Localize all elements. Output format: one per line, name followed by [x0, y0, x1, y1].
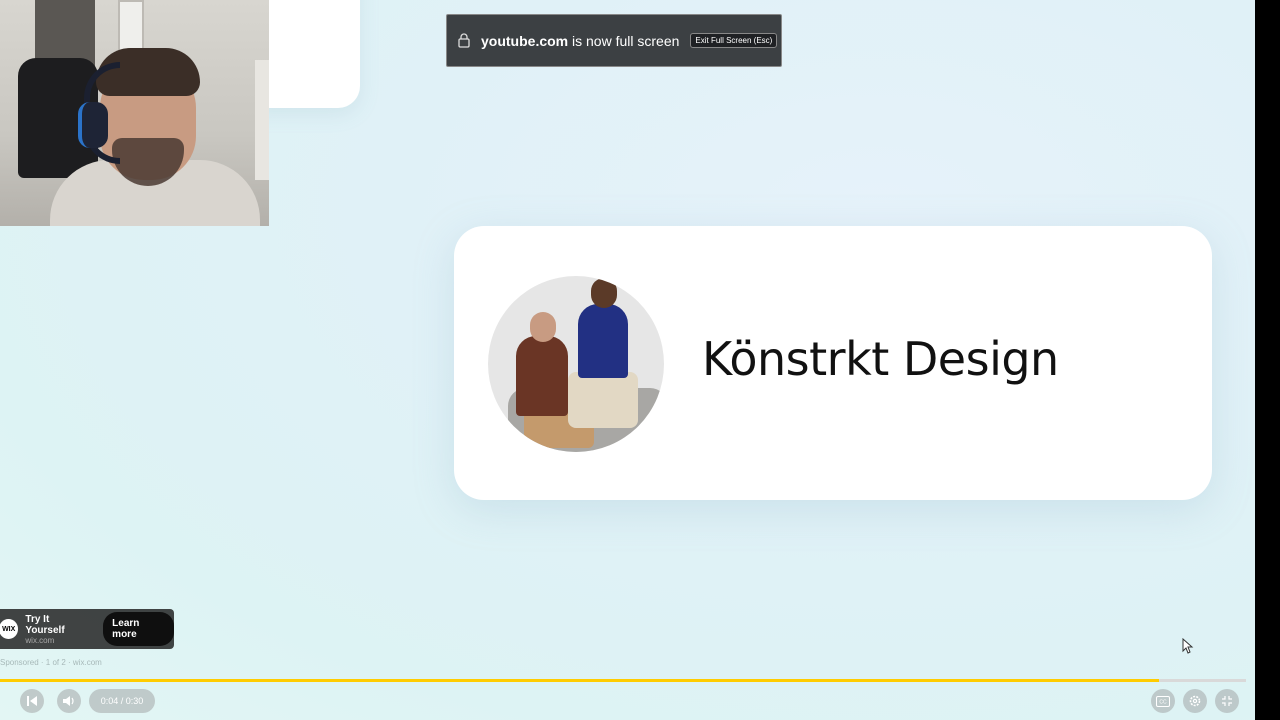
notification-domain: youtube.com	[481, 32, 569, 49]
wix-logo: WIX	[0, 619, 19, 639]
settings-icon	[1189, 695, 1201, 707]
brand-avatar-image	[488, 276, 664, 452]
exit-fullscreen-icon	[1222, 696, 1232, 706]
lock-icon	[447, 33, 481, 48]
time-display: 0:04 / 0:30	[89, 689, 155, 713]
ad-overlay[interactable]: WIX Try It Yourself wix.com Learn more	[0, 609, 174, 649]
ad-domain: wix.com	[25, 635, 55, 645]
webcam-overlay	[0, 0, 269, 226]
sponsored-label: Sponsored · 1 of 2 · wix.com	[0, 658, 102, 667]
progress-fill	[0, 679, 1159, 682]
settings-button[interactable]	[1183, 689, 1207, 713]
exit-fullscreen-button[interactable]	[1215, 689, 1239, 713]
streamer	[50, 42, 260, 226]
volume-button[interactable]	[57, 689, 81, 713]
progress-bar[interactable]	[0, 679, 1246, 682]
fullscreen-notification: youtube.com is now full screen Exit Full…	[446, 14, 782, 67]
brand-card: Könstrkt Design	[454, 226, 1212, 500]
previous-icon	[27, 696, 37, 706]
ad-title: Try It Yourself	[25, 613, 65, 636]
notification-message: is now full screen	[568, 32, 680, 49]
brand-name: Könstrkt Design	[702, 332, 1059, 386]
video-stage[interactable]: Könstrkt Design WIX Try It Yourself wix.…	[0, 0, 1255, 720]
screen-edge	[1255, 0, 1280, 720]
svg-text:CC: CC	[1159, 699, 1167, 705]
previous-button[interactable]	[20, 689, 44, 713]
captions-icon: CC	[1156, 695, 1170, 707]
captions-button[interactable]: CC	[1151, 689, 1175, 713]
exit-fullscreen-hint[interactable]: Exit Full Screen (Esc)	[690, 33, 778, 48]
volume-icon	[63, 696, 74, 706]
learn-more-button[interactable]: Learn more	[103, 612, 174, 646]
mouse-cursor-icon	[1182, 638, 1194, 654]
